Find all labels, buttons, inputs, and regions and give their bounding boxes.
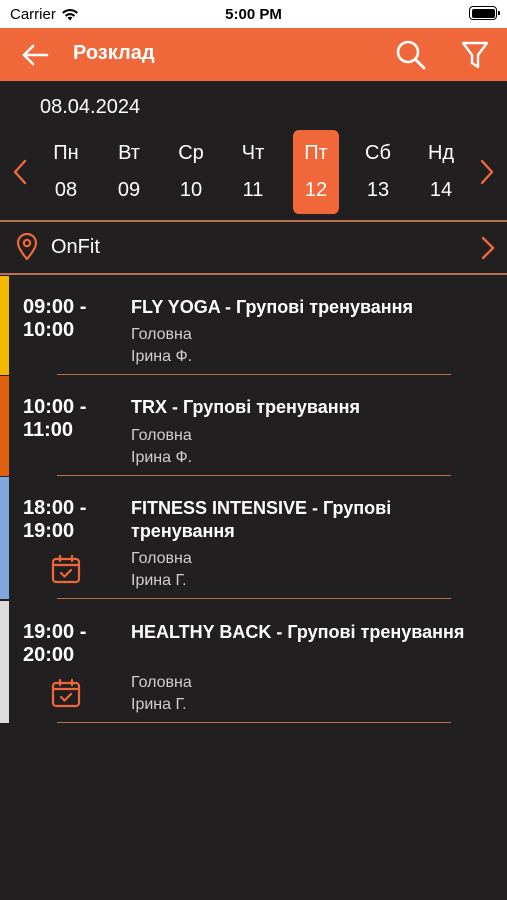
chevron-right-icon — [481, 236, 495, 260]
session-start: 09:00 - — [23, 296, 87, 318]
day-name: Сб — [365, 142, 391, 164]
session-time: 18:00 - 19:00 — [23, 497, 123, 543]
day-name: Чт — [241, 142, 265, 164]
day-name: Вт — [118, 142, 140, 164]
day-fri-selected[interactable]: Пт 12 — [293, 130, 339, 214]
battery-icon — [469, 6, 500, 20]
session-card[interactable]: 09:00 - 10:00 FLY YOGA - Групові тренува… — [0, 276, 507, 375]
session-room: Головна — [131, 326, 192, 343]
session-color-bar — [0, 477, 9, 599]
day-number: 11 — [242, 179, 264, 201]
session-color-bar — [0, 276, 9, 375]
session-start: 18:00 - — [23, 497, 87, 519]
session-title: FITNESS INTENSIVE - Групові тренування — [131, 498, 392, 541]
day-sat[interactable]: Сб 13 — [355, 130, 401, 214]
session-start: 19:00 - — [23, 621, 87, 643]
session-end: 11:00 — [23, 419, 74, 441]
day-tue[interactable]: Вт 09 — [106, 130, 152, 214]
day-number: 14 — [429, 179, 453, 201]
session-trainer: Ірина Г. — [131, 696, 187, 713]
session-separator — [57, 721, 451, 723]
session-room: Головна — [131, 550, 192, 567]
session-card[interactable]: 19:00 - 20:00 HEALTHY BACK - Групові тре… — [0, 601, 507, 723]
session-room: Головна — [131, 427, 192, 444]
session-title: TRX - Групові тренування — [131, 397, 361, 417]
status-bar: Carrier 5:00 PM — [0, 0, 507, 28]
prev-week-chevron-icon[interactable] — [12, 158, 28, 186]
day-name: Пт — [304, 142, 328, 164]
location-name: OnFit — [51, 236, 100, 258]
divider — [0, 273, 507, 275]
location-selector[interactable]: OnFit — [0, 223, 507, 271]
session-time: 19:00 - 20:00 — [23, 621, 123, 667]
day-number: 10 — [179, 179, 203, 201]
week-strip: Пн 08 Вт 09 Ср 10 Чт 11 Пт 12 Сб 13 Нд 1… — [0, 128, 507, 216]
session-end: 10:00 — [23, 319, 75, 341]
session-separator — [57, 597, 451, 599]
session-room: Головна — [131, 674, 192, 691]
session-time: 10:00 - 11:00 — [23, 396, 123, 442]
day-name: Нд — [427, 142, 455, 164]
session-time: 09:00 - 10:00 — [23, 296, 123, 342]
calendar-check-icon[interactable] — [51, 678, 81, 708]
session-color-bar — [0, 601, 9, 723]
session-start: 10:00 - — [23, 396, 87, 418]
divider — [0, 220, 507, 222]
session-end: 20:00 — [23, 644, 75, 666]
session-card[interactable]: 18:00 - 19:00 FITNESS INTENSIVE - Групов… — [0, 477, 507, 599]
day-number: 13 — [366, 179, 390, 201]
session-trainer: Ірина Ф. — [131, 449, 193, 466]
session-separator — [57, 474, 451, 476]
session-end: 19:00 — [23, 520, 75, 542]
session-card[interactable]: 10:00 - 11:00 TRX - Групові тренування Г… — [0, 376, 507, 476]
filter-icon[interactable] — [461, 40, 489, 70]
session-title: FLY YOGA - Групові тренування — [131, 297, 414, 317]
search-icon[interactable] — [395, 39, 427, 71]
location-pin-icon — [16, 233, 38, 261]
status-time: 5:00 PM — [225, 6, 282, 23]
day-thu[interactable]: Чт 11 — [230, 130, 276, 214]
day-name: Пн — [53, 142, 79, 164]
page-title: Розклад — [73, 42, 155, 64]
day-name: Ср — [178, 142, 204, 164]
day-mon[interactable]: Пн 08 — [43, 130, 89, 214]
session-trainer: Ірина Ф. — [131, 348, 193, 365]
app-header: Розклад — [0, 28, 507, 81]
session-separator — [57, 373, 451, 375]
next-week-chevron-icon[interactable] — [479, 158, 495, 186]
selected-date: 08.04.2024 — [40, 96, 141, 118]
session-title: HEALTHY BACK - Групові тренування — [131, 622, 465, 642]
session-trainer: Ірина Г. — [131, 572, 187, 589]
day-sun[interactable]: Нд 14 — [418, 130, 464, 214]
day-number: 08 — [54, 179, 78, 201]
day-number: 09 — [117, 179, 141, 201]
back-arrow-icon[interactable] — [20, 41, 50, 69]
calendar-check-icon[interactable] — [51, 554, 81, 584]
day-wed[interactable]: Ср 10 — [168, 130, 214, 214]
session-color-bar — [0, 376, 9, 476]
day-number: 12 — [304, 179, 328, 201]
